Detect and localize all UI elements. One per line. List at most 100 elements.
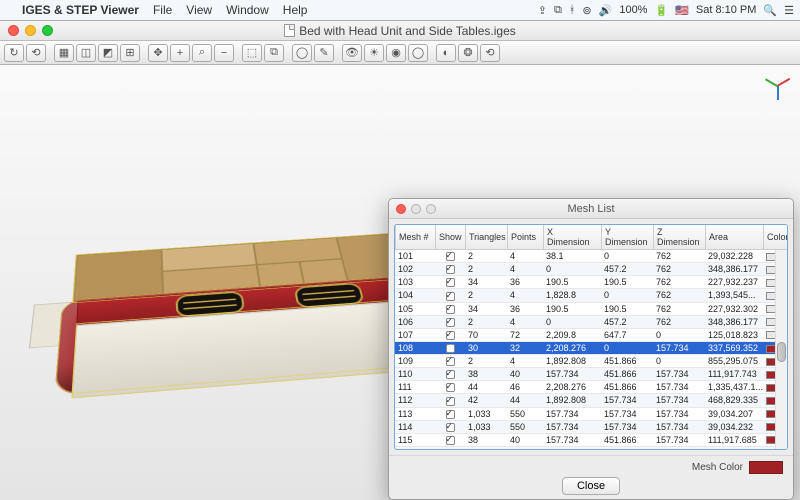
table-row[interactable]: 10770722,209.8647.70125,018.823 <box>395 328 787 341</box>
toolbar-button[interactable]: ◐ <box>436 44 456 62</box>
table-row[interactable]: 109241,892.808451.8660855,295.075 <box>395 355 787 368</box>
column-header[interactable]: Z Dimension <box>654 225 706 250</box>
table-row[interactable]: 104241,828.807621,393,545... <box>395 289 787 302</box>
column-header[interactable]: Y Dimension <box>602 225 654 250</box>
menu-help[interactable]: Help <box>283 3 308 17</box>
bluetooth-icon[interactable]: ᚼ <box>569 4 576 16</box>
table-row[interactable]: 106240457.2762348,386.177 <box>395 315 787 328</box>
cell-show[interactable] <box>435 368 465 381</box>
table-row[interactable]: 1141,033550157.734157.734157.73439,034.2… <box>395 420 787 433</box>
checkbox-icon[interactable] <box>446 423 455 432</box>
cell-show[interactable] <box>435 381 465 394</box>
cell-show[interactable] <box>435 328 465 341</box>
toolbar-button[interactable]: ⟲ <box>26 44 46 62</box>
menu-file[interactable]: File <box>153 3 172 17</box>
close-button[interactable]: Close <box>562 477 620 495</box>
checkbox-icon[interactable] <box>446 410 455 419</box>
volume-icon[interactable]: 🔊 <box>599 4 613 17</box>
cell-show[interactable] <box>435 276 465 289</box>
close-window-button[interactable] <box>8 25 19 36</box>
toolbar-button[interactable]: ◯ <box>292 44 312 62</box>
checkbox-icon[interactable] <box>446 318 455 327</box>
table-row[interactable]: 10830322,208.2760157.734337,569.352 <box>395 341 787 354</box>
table-row[interactable]: 11242441,892.808157.734157.734468,829.33… <box>395 394 787 407</box>
toolbar-button[interactable]: ↻ <box>4 44 24 62</box>
spotlight-icon[interactable]: 🔍 <box>763 4 777 17</box>
toolbar-button[interactable]: ◩ <box>98 44 118 62</box>
toolbar-button[interactable]: + <box>170 44 190 62</box>
battery-icon[interactable]: 🔋 <box>654 4 668 17</box>
minimize-window-button[interactable] <box>25 25 36 36</box>
toolbar-button[interactable]: ✥ <box>148 44 168 62</box>
checkbox-icon[interactable] <box>446 252 455 261</box>
dialog-zoom-button[interactable] <box>426 204 436 214</box>
checkbox-icon[interactable] <box>446 278 455 287</box>
table-vertical-scrollbar[interactable] <box>775 250 787 449</box>
checkbox-icon[interactable] <box>446 397 455 406</box>
window-titlebar[interactable]: Bed with Head Unit and Side Tables.iges <box>0 21 800 41</box>
axis-gizmo[interactable] <box>762 71 792 101</box>
cell-show[interactable] <box>435 407 465 420</box>
cell-show[interactable] <box>435 446 465 449</box>
toolbar-button[interactable]: ☀ <box>364 44 384 62</box>
checkbox-icon[interactable] <box>446 305 455 314</box>
table-row[interactable]: 1033436190.5190.5762227,932.237 <box>395 276 787 289</box>
column-header[interactable]: Color <box>764 225 789 250</box>
mesh-table[interactable]: Mesh #ShowTrianglesPointsX DimensionY Di… <box>395 225 788 250</box>
toolbar-button[interactable]: ⬚ <box>242 44 262 62</box>
checkbox-icon[interactable] <box>446 344 455 353</box>
cell-show[interactable] <box>435 341 465 354</box>
column-header[interactable]: Points <box>508 225 544 250</box>
column-header[interactable]: Show <box>436 225 466 250</box>
table-row[interactable]: 1131,033550157.734157.734157.73439,034.2… <box>395 407 787 420</box>
checkbox-icon[interactable] <box>446 357 455 366</box>
table-row[interactable]: 11628241,433.2311,219.201,322,105.9... <box>395 446 787 449</box>
checkbox-icon[interactable] <box>446 292 455 301</box>
checkbox-icon[interactable] <box>446 265 455 274</box>
toolbar-button[interactable]: ❂ <box>458 44 478 62</box>
menubar-clock[interactable]: Sat 8:10 PM <box>696 4 757 16</box>
toolbar-button[interactable]: ◯ <box>408 44 428 62</box>
checkbox-icon[interactable] <box>446 383 455 392</box>
toolbar-button[interactable]: − <box>214 44 234 62</box>
cell-show[interactable] <box>435 420 465 433</box>
checkbox-icon[interactable] <box>446 436 455 445</box>
cell-show[interactable] <box>435 263 465 276</box>
app-menu[interactable]: IGES & STEP Viewer <box>22 3 139 17</box>
toolbar-button[interactable]: ⟲ <box>480 44 500 62</box>
table-row[interactable]: 1053436190.5190.5762227,932.302 <box>395 302 787 315</box>
table-row[interactable]: 11144462,208.276451.866157.7341,335,437.… <box>395 381 787 394</box>
cell-show[interactable] <box>435 394 465 407</box>
mesh-color-swatch[interactable] <box>749 461 783 474</box>
table-row[interactable]: 102240457.2762348,386.177 <box>395 263 787 276</box>
scroll-thumb[interactable] <box>777 342 786 362</box>
toolbar-button[interactable]: ⌕ <box>192 44 212 62</box>
cell-show[interactable] <box>435 433 465 446</box>
wifi-icon[interactable]: ⊚ <box>582 4 591 17</box>
toolbar-button[interactable]: ⧉ <box>264 44 284 62</box>
checkbox-icon[interactable] <box>446 370 455 379</box>
dialog-titlebar[interactable]: Mesh List <box>389 199 793 219</box>
menu-view[interactable]: View <box>186 3 212 17</box>
checkbox-icon[interactable] <box>446 331 455 340</box>
dropbox-icon[interactable]: ⧉ <box>554 4 562 17</box>
table-row[interactable]: 1103840157.734451.866157.734111,917.743 <box>395 368 787 381</box>
table-row[interactable]: 1012438.1076229,032.228 <box>395 250 787 263</box>
cell-show[interactable] <box>435 315 465 328</box>
cell-show[interactable] <box>435 289 465 302</box>
toolbar-button[interactable]: ⊞ <box>120 44 140 62</box>
column-header[interactable]: X Dimension <box>544 225 602 250</box>
cell-show[interactable] <box>435 355 465 368</box>
column-header[interactable]: Triangles <box>466 225 508 250</box>
toolbar-button[interactable]: ◫ <box>76 44 96 62</box>
dialog-minimize-button[interactable] <box>411 204 421 214</box>
toolbar-button[interactable]: 👁 <box>342 44 362 62</box>
toolbar-button[interactable]: ▦ <box>54 44 74 62</box>
table-row[interactable]: 1153840157.734451.866157.734111,917.685 <box>395 433 787 446</box>
notification-icon[interactable]: ☰ <box>784 4 794 17</box>
toolbar-button[interactable]: ◉ <box>386 44 406 62</box>
column-header[interactable]: Area <box>706 225 764 250</box>
zoom-window-button[interactable] <box>42 25 53 36</box>
share-icon[interactable]: ⇪ <box>538 4 547 17</box>
column-header[interactable]: Mesh # <box>396 225 436 250</box>
